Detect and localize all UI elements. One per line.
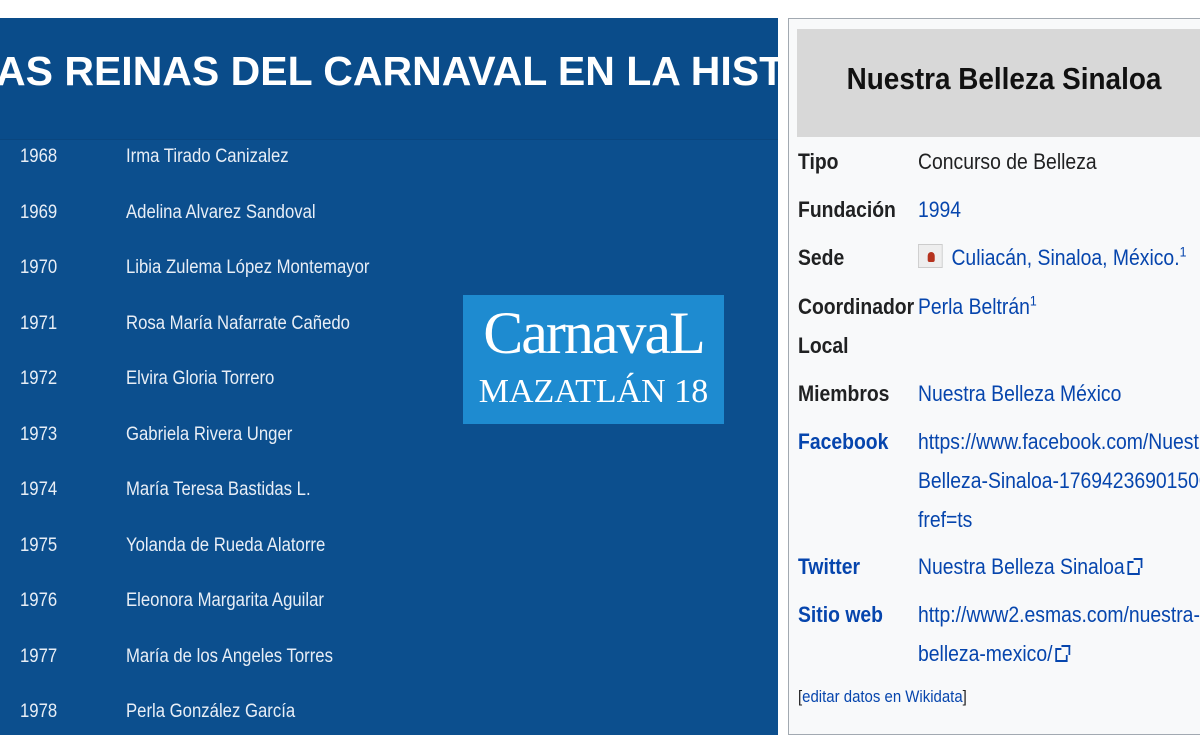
queen-year: 1976 xyxy=(20,590,58,611)
queen-name: Yolanda de Rueda Alatorre xyxy=(126,534,326,556)
facebook-label[interactable]: Facebook xyxy=(798,423,888,461)
queen-name: María de los Angeles Torres xyxy=(126,645,333,667)
queen-name: Adelina Alvarez Sandoval xyxy=(126,201,316,223)
coordinador-label-2: Local xyxy=(798,333,849,358)
coat-of-arms-icon xyxy=(918,244,943,268)
queen-name: Gabriela Rivera Unger xyxy=(126,423,293,445)
queen-year: 1969 xyxy=(20,201,58,223)
queen-year: 1971 xyxy=(20,312,58,334)
infobox: Nuestra Belleza Sinaloa Tipo Concurso de… xyxy=(788,18,1200,735)
list-item: 1975 Yolanda de Rueda Alatorre xyxy=(0,529,460,585)
sede-ref[interactable]: 1 xyxy=(1180,244,1187,260)
coordinador-link[interactable]: Perla Beltrán xyxy=(918,294,1030,319)
infobox-header: Nuestra Belleza Sinaloa xyxy=(797,29,1200,137)
fundacion-label: Fundación xyxy=(798,197,896,222)
facebook-link-line-3[interactable]: fref=ts xyxy=(918,501,972,539)
carnaval-logo: CarnavaL MAZATLÁN 18 xyxy=(463,295,724,424)
sede-value: Culiacán, Sinaloa, México.1 xyxy=(918,239,1186,277)
queen-year: 1974 xyxy=(20,479,58,500)
queen-year: 1972 xyxy=(20,368,58,389)
list-item: 1973 Gabriela Rivera Unger xyxy=(0,418,460,474)
list-item: 1969 Adelina Alvarez Sandoval xyxy=(0,196,460,252)
queen-year: 1970 xyxy=(20,257,58,278)
list-item: 1977 María de los Angeles Torres xyxy=(0,640,460,696)
queens-panel: AS REINAS DEL CARNAVAL EN LA HISTORIA 19… xyxy=(0,18,778,735)
queen-name: Rosa María Nafarrate Cañedo xyxy=(126,312,350,334)
queen-name: Libia Zulema López Montemayor xyxy=(126,257,370,278)
queens-list: 1968 Irma Tirado Canizalez 1969 Adelina … xyxy=(0,140,460,735)
title-bar: AS REINAS DEL CARNAVAL EN LA HISTORIA xyxy=(0,18,778,140)
twitter-value: Nuestra Belleza Sinaloa xyxy=(918,548,1143,586)
wikidata-edit-link[interactable]: editar datos en Wikidata xyxy=(802,687,963,706)
twitter-link[interactable]: Nuestra Belleza Sinaloa xyxy=(918,554,1125,579)
queen-name: Elvira Gloria Torrero xyxy=(126,368,275,389)
queen-year: 1968 xyxy=(20,146,58,167)
coordinador-label-1: Coordinador xyxy=(798,294,915,319)
sitio-value: belleza-mexico/ xyxy=(918,635,1071,673)
coordinador-ref[interactable]: 1 xyxy=(1030,293,1037,309)
queen-year: 1973 xyxy=(20,423,58,445)
external-link-icon xyxy=(1055,645,1071,662)
sitio-label[interactable]: Sitio web xyxy=(798,596,883,634)
infobox-title: Nuestra Belleza Sinaloa xyxy=(846,61,1162,96)
wikidata-edit: [editar datos en Wikidata] xyxy=(798,687,967,707)
edit-bracket-close: ] xyxy=(962,687,967,706)
facebook-link-line-1[interactable]: https://www.facebook.com/Nuestra- xyxy=(918,423,1200,461)
logo-word: CarnavaL xyxy=(483,300,706,366)
queen-year: 1975 xyxy=(20,534,58,556)
twitter-label[interactable]: Twitter xyxy=(798,548,860,586)
queen-name: Irma Tirado Canizalez xyxy=(126,146,289,167)
queen-name: María Teresa Bastidas L. xyxy=(126,479,311,500)
coordinador-value: Perla Beltrán1 xyxy=(918,288,1037,326)
logo-subtitle: MAZATLÁN 18 xyxy=(478,373,709,410)
tipo-value: Concurso de Belleza xyxy=(918,149,1097,174)
tipo-label: Tipo xyxy=(798,149,839,174)
queen-name: Eleonora Margarita Aguilar xyxy=(126,590,324,611)
list-item: 1972 Elvira Gloria Torrero xyxy=(0,362,460,418)
list-item: 1978 Perla González García xyxy=(0,695,460,735)
sitio-link-line-2[interactable]: belleza-mexico/ xyxy=(918,641,1053,666)
sitio-link-line-1[interactable]: http://www2.esmas.com/nuestra- xyxy=(918,596,1200,634)
list-item: 1968 Irma Tirado Canizalez xyxy=(0,140,460,196)
sede-label: Sede xyxy=(798,245,845,270)
queen-name: Perla González García xyxy=(126,701,296,722)
fundacion-link[interactable]: 1994 xyxy=(918,191,961,229)
miembros-label: Miembros xyxy=(798,381,890,406)
page-title: AS REINAS DEL CARNAVAL EN LA HISTORIA xyxy=(0,48,778,94)
queen-year: 1977 xyxy=(20,645,58,667)
list-item: 1974 María Teresa Bastidas L. xyxy=(0,473,460,529)
miembros-link[interactable]: Nuestra Belleza México xyxy=(918,375,1121,413)
facebook-link-line-2[interactable]: Belleza-Sinaloa-176942369015000 xyxy=(918,462,1200,500)
sede-link[interactable]: Culiacán, Sinaloa, México. xyxy=(951,245,1179,270)
list-item: 1971 Rosa María Nafarrate Cañedo xyxy=(0,307,460,363)
list-item: 1976 Eleonora Margarita Aguilar xyxy=(0,584,460,640)
external-link-icon xyxy=(1127,558,1143,575)
queen-year: 1978 xyxy=(20,701,58,722)
list-item: 1970 Libia Zulema López Montemayor xyxy=(0,251,460,307)
